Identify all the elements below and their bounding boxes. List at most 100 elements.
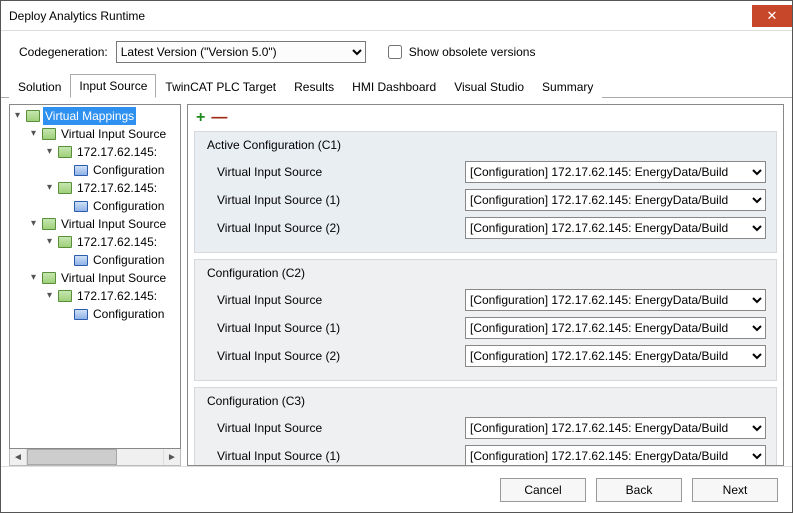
codegen-row: Codegeneration: Latest Version ("Version… xyxy=(1,31,792,71)
group-title: Configuration (C2) xyxy=(205,266,766,280)
mapping-label: Virtual Input Source xyxy=(205,421,455,435)
tree-label: 172.17.62.145: xyxy=(75,233,159,251)
tree-row[interactable]: ▾ Virtual Input Source xyxy=(12,125,168,143)
tab-summary[interactable]: Summary xyxy=(533,75,602,98)
mapping-row: Virtual Input Source (2)[Configuration] … xyxy=(205,214,766,242)
expand-icon[interactable]: ▾ xyxy=(28,129,39,140)
tree-view[interactable]: ▾Virtual Mappings▾Virtual Input Source▾1… xyxy=(9,104,181,449)
tab-solution[interactable]: Solution xyxy=(9,75,70,98)
show-obsolete-checkbox[interactable] xyxy=(388,45,402,59)
tree-label: Virtual Mappings xyxy=(43,107,136,125)
expand-icon[interactable] xyxy=(60,309,71,320)
node-icon xyxy=(41,126,57,142)
mapping-row: Virtual Input Source [Configuration] 172.… xyxy=(205,414,766,442)
expand-icon[interactable] xyxy=(60,201,71,212)
mapping-select[interactable]: [Configuration] 172.17.62.145: EnergyDat… xyxy=(465,161,766,183)
codegen-select[interactable]: Latest Version ("Version 5.0") xyxy=(116,41,366,63)
node-icon xyxy=(41,216,57,232)
tree-row[interactable]: ▾172.17.62.145: xyxy=(12,143,168,161)
config-icon xyxy=(73,162,89,178)
mapping-select[interactable]: [Configuration] 172.17.62.145: EnergyDat… xyxy=(465,217,766,239)
mapping-row: Virtual Input Source (1) [Configuration] … xyxy=(205,186,766,214)
node-icon xyxy=(57,234,73,250)
mapping-select[interactable]: [Configuration] 172.17.62.145: EnergyDat… xyxy=(465,417,766,439)
mapping-row: Virtual Input Source (1) [Configuration] … xyxy=(205,442,766,466)
expand-icon[interactable]: ▾ xyxy=(44,183,55,194)
scroll-left-icon[interactable]: ◄ xyxy=(10,449,27,465)
tree-row[interactable]: Configuration xyxy=(12,161,168,179)
tree-row[interactable]: ▾ Virtual Mappings xyxy=(12,107,168,125)
node-icon xyxy=(41,270,57,286)
mapping-row: Virtual Input Source (2) [Configuration] … xyxy=(205,342,766,370)
mapping-label: Virtual Input Source xyxy=(205,165,455,179)
window-title: Deploy Analytics Runtime xyxy=(9,9,752,23)
expand-icon[interactable]: ▾ xyxy=(28,219,39,230)
expand-icon[interactable]: ▾ xyxy=(44,237,55,248)
mapping-toolbar: + — xyxy=(188,105,783,131)
scroll-thumb[interactable] xyxy=(27,449,117,465)
tree-panel: ▾Virtual Mappings▾Virtual Input Source▾1… xyxy=(9,104,181,466)
tab-twincat-plc-target[interactable]: TwinCAT PLC Target xyxy=(156,75,285,98)
wizard-footer: Cancel Back Next xyxy=(1,466,792,512)
node-icon xyxy=(25,108,41,124)
tree-row[interactable]: Configuration xyxy=(12,305,168,323)
mapping-label: Virtual Input Source (1) xyxy=(205,449,455,463)
cancel-button[interactable]: Cancel xyxy=(500,478,586,502)
next-button[interactable]: Next xyxy=(692,478,778,502)
tree-label: 172.17.62.145: xyxy=(75,179,159,197)
close-button[interactable]: ✕ xyxy=(752,5,792,27)
tree-label: Virtual Input Source xyxy=(59,215,168,233)
tree-label: Configuration xyxy=(91,197,166,215)
mapping-select[interactable]: [Configuration] 172.17.62.145: EnergyDat… xyxy=(465,189,766,211)
tree-label: Configuration xyxy=(91,305,166,323)
add-icon[interactable]: + xyxy=(196,109,205,127)
config-group: Active Configuration (C1) Virtual Input S… xyxy=(194,131,777,253)
mapping-select[interactable]: [Configuration] 172.17.62.145: EnergyDat… xyxy=(465,445,766,466)
tree-row[interactable]: Configuration xyxy=(12,251,168,269)
mapping-label: Virtual Input Source (2) xyxy=(205,349,455,363)
tree-label: Configuration xyxy=(91,251,166,269)
group-title: Active Configuration (C1) xyxy=(205,138,766,152)
tree-row[interactable]: ▾ Virtual Input Source xyxy=(12,269,168,287)
tab-input-source[interactable]: Input Source xyxy=(70,74,156,98)
tree-label: Configuration xyxy=(91,161,166,179)
expand-icon[interactable]: ▾ xyxy=(28,273,39,284)
expand-icon[interactable] xyxy=(60,255,71,266)
config-icon xyxy=(73,198,89,214)
tree-label: Virtual Input Source xyxy=(59,269,168,287)
mapping-select[interactable]: [Configuration] 172.17.62.145: EnergyDat… xyxy=(465,289,766,311)
tab-visual-studio[interactable]: Visual Studio xyxy=(445,75,533,98)
mapping-row: Virtual Input Source [Configuration] 172.… xyxy=(205,158,766,186)
group-title: Configuration (C3) xyxy=(205,394,766,408)
show-obsolete-wrap: Show obsolete versions xyxy=(384,42,536,62)
node-icon xyxy=(57,180,73,196)
tree-row[interactable]: Configuration xyxy=(12,197,168,215)
tab-hmi-dashboard[interactable]: HMI Dashboard xyxy=(343,75,445,98)
node-icon xyxy=(57,144,73,160)
close-icon: ✕ xyxy=(767,8,778,24)
remove-icon[interactable]: — xyxy=(211,109,227,127)
tree-label: Virtual Input Source xyxy=(59,125,168,143)
tree-label: 172.17.62.145: xyxy=(75,287,159,305)
tree-row[interactable]: ▾ 172.17.62.145: xyxy=(12,287,168,305)
tree-row[interactable]: ▾ 172.17.62.145: xyxy=(12,233,168,251)
scroll-track[interactable] xyxy=(27,449,163,465)
mapping-select[interactable]: [Configuration] 172.17.62.145: EnergyDat… xyxy=(465,345,766,367)
back-button[interactable]: Back xyxy=(596,478,682,502)
mapping-row: Virtual Input Source (1) [Configuration] … xyxy=(205,314,766,342)
tree-row[interactable]: ▾ Virtual Input Source xyxy=(12,215,168,233)
mapping-label: Virtual Input Source (1) xyxy=(205,193,455,207)
tree-hscrollbar[interactable]: ◄ ► xyxy=(9,449,181,466)
config-icon xyxy=(73,306,89,322)
expand-icon[interactable]: ▾ xyxy=(44,291,55,302)
tab-results[interactable]: Results xyxy=(285,75,343,98)
scroll-right-icon[interactable]: ► xyxy=(163,449,180,465)
config-group: Configuration (C3) Virtual Input Source [C… xyxy=(194,387,777,466)
mapping-select[interactable]: [Configuration] 172.17.62.145: EnergyDat… xyxy=(465,317,766,339)
tree-row[interactable]: ▾ 172.17.62.145: xyxy=(12,179,168,197)
expand-icon[interactable] xyxy=(60,165,71,176)
mapping-label: Virtual Input Source (1) xyxy=(205,321,455,335)
expand-icon[interactable]: ▾ xyxy=(12,111,23,122)
expand-icon[interactable]: ▾ xyxy=(44,147,55,158)
titlebar: Deploy Analytics Runtime ✕ xyxy=(1,1,792,31)
